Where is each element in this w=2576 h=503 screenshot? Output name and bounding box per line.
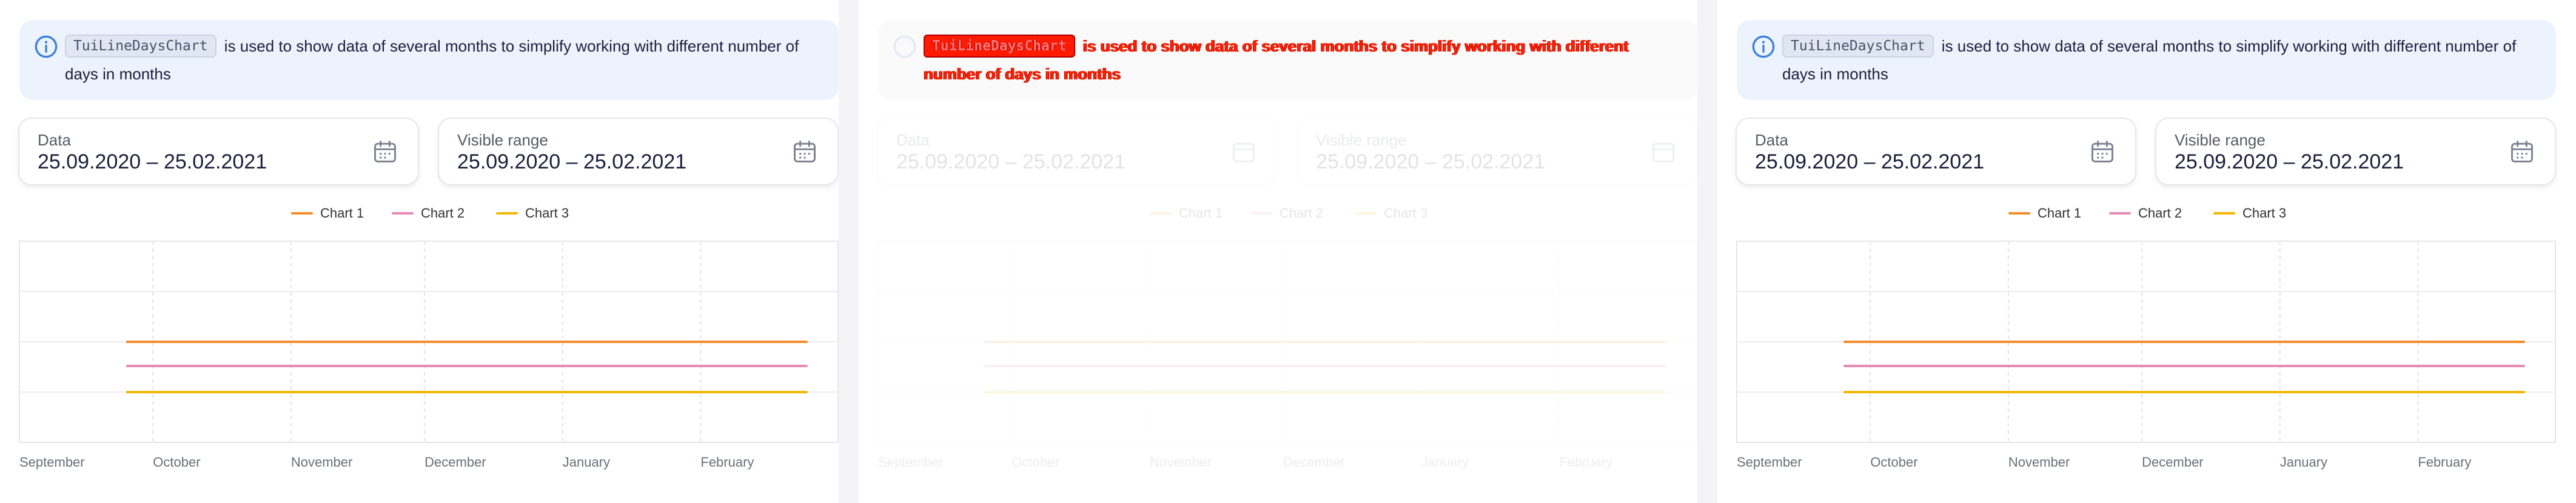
legend-swatch (392, 212, 414, 215)
x-tick-label: November (2008, 455, 2070, 470)
panel-separator (839, 0, 859, 503)
demo-panel-2: TuiLineDaysChart is used to show data of… (859, 0, 1697, 503)
chart-legend: Chart 1 Chart 2 Chart 3 (1717, 202, 2556, 224)
data-field-label: Data (1755, 131, 1788, 149)
info-notification: TuiLineDaysChart is used to show data of… (19, 20, 839, 100)
panel-separator (1697, 0, 1717, 503)
range-field-value[interactable]: 25.09.2020 – 25.02.2021 (1316, 150, 1545, 174)
legend-label: Chart 1 (320, 205, 364, 221)
info-icon (1752, 35, 1775, 58)
legend-swatch (1150, 212, 1172, 215)
data-date-range-input[interactable]: Data 25.09.2020 – 25.02.2021 (1737, 119, 2135, 184)
x-tick-label: December (424, 455, 486, 470)
x-tick-label: October (1011, 455, 1059, 470)
chart-legend: Chart 1 Chart 2 Chart 3 (859, 202, 1697, 224)
visible-range-input[interactable]: Visible range 25.09.2020 – 25.02.2021 (2156, 119, 2555, 184)
data-field-label: Data (896, 131, 930, 149)
x-tick-label: November (291, 455, 352, 470)
component-code: TuiLineDaysChart (65, 35, 216, 58)
notice-text: TuiLineDaysChart is used to show data of… (1782, 32, 2522, 88)
range-field-value[interactable]: 25.09.2020 – 25.02.2021 (2175, 150, 2404, 174)
info-icon (893, 35, 916, 58)
legend-label: Chart 2 (1280, 205, 1324, 221)
x-tick-label: September (878, 455, 944, 470)
component-code: TuiLineDaysChart (1782, 35, 1934, 58)
range-field-label: Visible range (1316, 131, 1407, 149)
legend-swatch (2008, 212, 2030, 215)
calendar-icon[interactable] (791, 138, 818, 165)
legend-swatch (2109, 212, 2131, 215)
x-tick-label: October (153, 455, 200, 470)
range-field-label: Visible range (2175, 131, 2266, 149)
legend-swatch (1250, 212, 1272, 215)
x-tick-label: October (1870, 455, 1917, 470)
line-days-chart[interactable]: September October November December January F… (0, 236, 839, 491)
x-tick-label: January (2280, 455, 2327, 470)
legend-label: Chart 2 (421, 205, 465, 221)
notice-text: TuiLineDaysChart is used to show data of… (924, 32, 1663, 88)
legend-label: Chart 1 (2038, 205, 2082, 221)
info-notification: TuiLineDaysChart is used to show data of… (878, 20, 1697, 100)
data-date-range-input[interactable]: Data 25.09.2020 – 25.02.2021 (19, 119, 418, 184)
chart-legend: Chart 1 Chart 2 Chart 3 (0, 202, 839, 224)
range-field-label: Visible range (457, 131, 548, 149)
legend-swatch (2213, 212, 2235, 215)
x-tick-label: September (1737, 455, 1802, 470)
x-tick-label: February (700, 455, 754, 470)
range-field-value[interactable]: 25.09.2020 – 25.02.2021 (457, 150, 686, 174)
legend-label: Chart 2 (2138, 205, 2182, 221)
legend-swatch (291, 212, 313, 215)
visible-range-input[interactable]: Visible range 25.09.2020 – 25.02.2021 (439, 119, 837, 184)
data-date-range-input[interactable]: Data 25.09.2020 – 25.02.2021 (878, 119, 1276, 184)
legend-swatch (496, 212, 518, 215)
calendar-icon[interactable] (1230, 138, 1257, 165)
component-code: TuiLineDaysChart (924, 35, 1075, 58)
calendar-icon[interactable] (1650, 138, 1677, 165)
x-tick-label: September (19, 455, 85, 470)
x-tick-label: January (563, 455, 610, 470)
x-tick-label: January (1421, 455, 1469, 470)
line-days-chart[interactable]: September October November December January F… (859, 236, 1697, 491)
calendar-icon[interactable] (2509, 138, 2535, 165)
calendar-icon[interactable] (372, 138, 398, 165)
x-tick-label: November (1150, 455, 1211, 470)
legend-label: Chart 3 (525, 205, 569, 221)
data-field-value[interactable]: 25.09.2020 – 25.02.2021 (896, 150, 1125, 174)
line-days-chart[interactable]: September October November December January F… (1717, 236, 2556, 491)
info-notification: TuiLineDaysChart is used to show data of… (1737, 20, 2556, 100)
demo-panel-1: TuiLineDaysChart is used to show data of… (0, 0, 839, 503)
x-tick-label: February (2418, 455, 2471, 470)
x-tick-label: December (2142, 455, 2203, 470)
legend-label: Chart 1 (1179, 205, 1223, 221)
visible-range-input[interactable]: Visible range 25.09.2020 – 25.02.2021 (1298, 119, 1696, 184)
demo-page: TuiLineDaysChart is used to show data of… (0, 0, 2576, 503)
legend-label: Chart 3 (1384, 205, 1428, 221)
legend-label: Chart 3 (2242, 205, 2287, 221)
demo-panel-3: TuiLineDaysChart is used to show data of… (1717, 0, 2556, 503)
notice-text: TuiLineDaysChart is used to show data of… (65, 32, 805, 88)
data-field-value[interactable]: 25.09.2020 – 25.02.2021 (1755, 150, 1984, 174)
x-tick-label: February (1559, 455, 1612, 470)
calendar-icon[interactable] (2089, 138, 2116, 165)
legend-swatch (1355, 212, 1377, 215)
info-icon (35, 35, 58, 58)
data-field-value[interactable]: 25.09.2020 – 25.02.2021 (38, 150, 267, 174)
x-tick-label: December (1283, 455, 1344, 470)
data-field-label: Data (38, 131, 71, 149)
